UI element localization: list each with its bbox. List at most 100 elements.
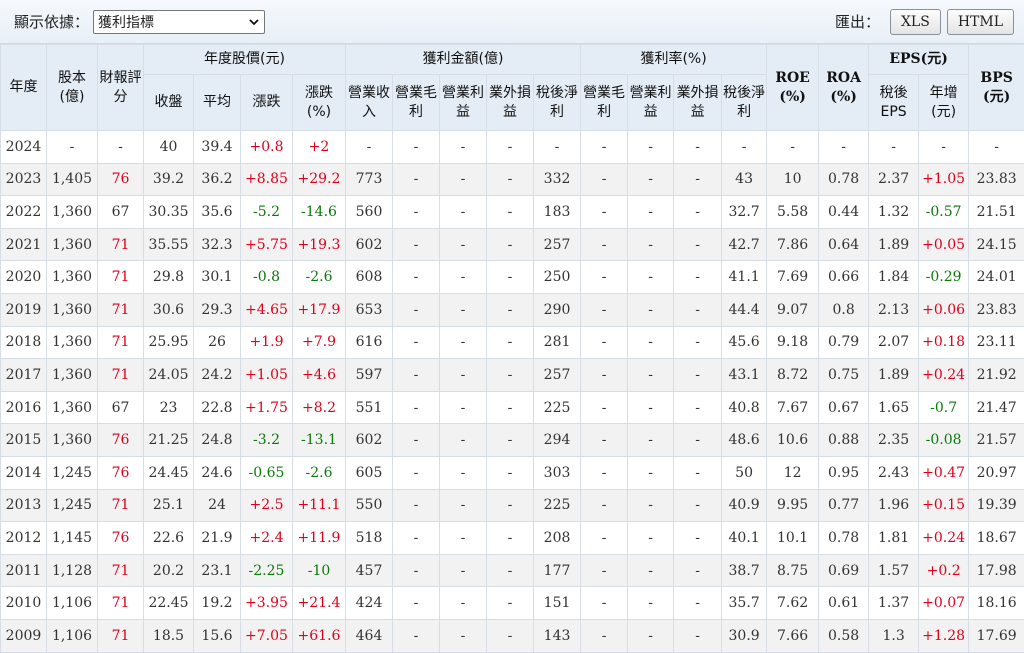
table-cell: +29.2 (293, 163, 346, 196)
table-cell: - (581, 522, 628, 555)
year-cell: 2017 (1, 359, 47, 392)
export-html-button[interactable]: HTML (947, 9, 1014, 35)
table-cell: +2.5 (241, 489, 293, 522)
table-cell: - (674, 424, 722, 457)
table-cell: +17.9 (293, 293, 346, 326)
table-cell: 43.1 (722, 359, 767, 392)
table-cell: 177 (534, 554, 581, 587)
table-row: 20181,3607125.9526+1.9+7.9616---281---45… (1, 326, 1024, 359)
table-cell: - (393, 228, 440, 261)
table-cell: 23.1 (194, 554, 241, 587)
export-xls-button[interactable]: XLS (890, 9, 941, 35)
table-cell: 76 (98, 522, 144, 555)
table-row: 20171,3607124.0524.2+1.05+4.6597---257--… (1, 359, 1024, 392)
table-cell: 15.6 (194, 619, 241, 652)
table-cell: -14.6 (293, 196, 346, 229)
table-cell: 18.16 (969, 587, 1024, 620)
table-row: 20221,3606730.3535.6-5.2-14.6560---183--… (1, 196, 1024, 229)
table-cell: 35.55 (144, 228, 194, 261)
table-cell: 2.37 (869, 163, 919, 196)
table-cell: -2.6 (293, 261, 346, 294)
table-cell: - (674, 619, 722, 652)
table-cell: 8.72 (767, 359, 819, 392)
table-cell: - (440, 293, 487, 326)
table-cell: 71 (98, 261, 144, 294)
table-cell: 67 (98, 391, 144, 424)
display-control: 顯示依據： 獲利指標 (14, 10, 265, 34)
table-cell: 1,145 (47, 522, 98, 555)
table-cell: 773 (346, 163, 393, 196)
table-cell: +0.07 (919, 587, 969, 620)
table-cell: 0.8 (819, 293, 869, 326)
table-cell: - (393, 196, 440, 229)
table-cell: 550 (346, 489, 393, 522)
table-cell: 1.32 (869, 196, 919, 229)
table-cell: - (674, 228, 722, 261)
table-cell: - (487, 359, 534, 392)
table-cell: 8.75 (767, 554, 819, 587)
table-cell: - (581, 456, 628, 489)
table-cell: 1,106 (47, 587, 98, 620)
table-cell: +11.1 (293, 489, 346, 522)
table-cell: - (628, 489, 674, 522)
table-cell: 143 (534, 619, 581, 652)
table-cell: 281 (534, 326, 581, 359)
table-cell: 464 (346, 619, 393, 652)
table-cell: 21.9 (194, 522, 241, 555)
table-cell: 0.78 (819, 163, 869, 196)
year-cell: 2018 (1, 326, 47, 359)
table-cell: -0.65 (241, 456, 293, 489)
header-eps-group: EPS(元) (869, 45, 969, 75)
table-cell: +11.9 (293, 522, 346, 555)
table-cell: - (47, 131, 98, 164)
table-cell: 1,360 (47, 326, 98, 359)
table-cell: - (440, 163, 487, 196)
table-cell: -0.7 (919, 391, 969, 424)
table-cell: 257 (534, 228, 581, 261)
table-cell: 0.58 (819, 619, 869, 652)
year-cell: 2015 (1, 424, 47, 457)
table-body: 2024--4039.4+0.8+2--------------20231,40… (1, 131, 1024, 653)
table-cell: +19.3 (293, 228, 346, 261)
table-cell: 551 (346, 391, 393, 424)
table-cell: 257 (534, 359, 581, 392)
year-cell: 2021 (1, 228, 47, 261)
table-cell: 24.45 (144, 456, 194, 489)
table-cell: 43 (722, 163, 767, 196)
table-cell: 7.62 (767, 587, 819, 620)
table-row: 20201,3607129.830.1-0.8-2.6608---250---4… (1, 261, 1024, 294)
table-cell: - (581, 391, 628, 424)
table-cell: 25.1 (144, 489, 194, 522)
table-cell: 250 (534, 261, 581, 294)
table-row: 20211,3607135.5532.3+5.75+19.3602---257-… (1, 228, 1024, 261)
table-cell: 560 (346, 196, 393, 229)
year-cell: 2019 (1, 293, 47, 326)
table-cell: 41.1 (722, 261, 767, 294)
table-cell: 18.67 (969, 522, 1024, 555)
table-cell: - (674, 326, 722, 359)
header-capital: 股本(億) (47, 45, 98, 131)
table-cell: +0.24 (919, 522, 969, 555)
table-cell: - (628, 163, 674, 196)
header-eps: 稅後 EPS (869, 75, 919, 131)
table-cell: 71 (98, 619, 144, 652)
table-cell: 48.6 (722, 424, 767, 457)
table-cell: 39.4 (194, 131, 241, 164)
display-select-value: 獲利指標 (98, 12, 154, 32)
table-cell: - (393, 619, 440, 652)
export-label: 匯出： (835, 11, 880, 32)
display-select[interactable]: 獲利指標 (93, 10, 265, 34)
table-cell: 35.6 (194, 196, 241, 229)
header-nonop: 業外損益 (487, 75, 534, 131)
header-gross: 營業毛利 (393, 75, 440, 131)
display-label: 顯示依據： (14, 11, 89, 32)
header-avg: 平均 (194, 75, 241, 131)
table-cell: 1,245 (47, 456, 98, 489)
table-cell: 1,128 (47, 554, 98, 587)
table-cell: - (440, 228, 487, 261)
table-cell: 24.01 (969, 261, 1024, 294)
table-cell: 21.25 (144, 424, 194, 457)
table-cell: 1,360 (47, 424, 98, 457)
table-cell: 2.35 (869, 424, 919, 457)
table-cell: 76 (98, 456, 144, 489)
